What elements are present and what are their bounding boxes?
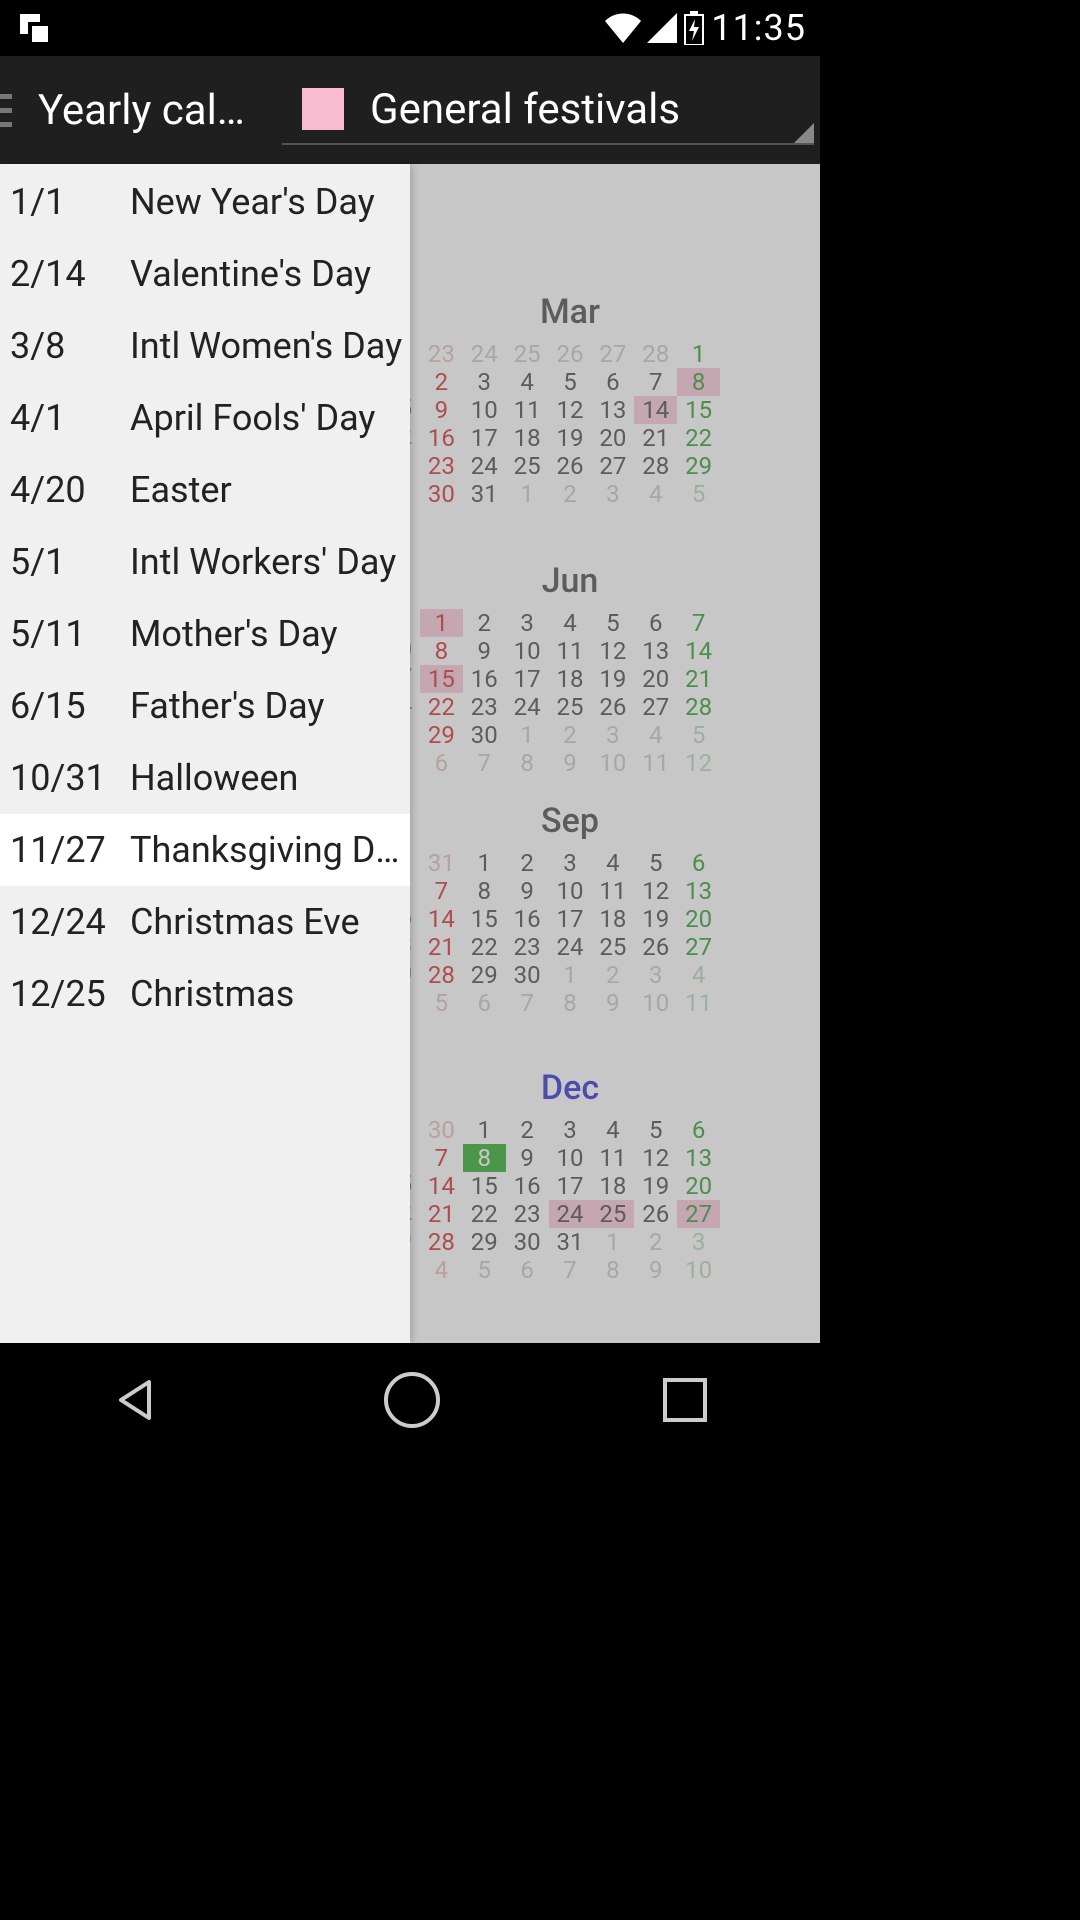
- festival-name: Intl Workers' Day: [130, 541, 410, 583]
- month-block: Dec3012345678910111213141516171819202122…: [420, 1068, 720, 1284]
- app-action-bar: Yearly cal… General festivals: [0, 56, 820, 164]
- month-block: Jun1234567891011121314151617181920212223…: [420, 561, 720, 777]
- festival-name: April Fools' Day: [130, 397, 410, 439]
- festival-name: Christmas: [130, 973, 410, 1015]
- system-navigation-bar: [0, 1343, 820, 1456]
- festival-date: 2/14: [10, 253, 130, 295]
- battery-charging-icon: [683, 11, 705, 45]
- page-title: Yearly cal…: [38, 86, 245, 135]
- category-spinner[interactable]: General festivals: [282, 75, 814, 145]
- festival-date: 5/11: [10, 613, 130, 655]
- festival-name: New Year's Day: [130, 181, 410, 223]
- nav-recent-icon[interactable]: [659, 1374, 711, 1426]
- month-title: Mar: [420, 292, 720, 332]
- festival-name: Valentine's Day: [130, 253, 410, 295]
- wifi-icon: [605, 13, 641, 43]
- festival-date: 11/27: [10, 829, 130, 871]
- festival-date: 3/8: [10, 325, 130, 367]
- cell-signal-icon: [647, 13, 677, 43]
- month-title: Dec: [420, 1068, 720, 1108]
- festival-date: 4/1: [10, 397, 130, 439]
- festival-name: Christmas Eve: [130, 901, 410, 943]
- festival-date: 1/1: [10, 181, 130, 223]
- app-indicator-icon: [14, 8, 54, 48]
- festival-name: Father's Day: [130, 685, 410, 727]
- drawer-toggle-icon[interactable]: [0, 56, 18, 164]
- festival-item[interactable]: 4/1April Fools' Day: [0, 382, 410, 454]
- month-title: Sep: [420, 801, 720, 841]
- festival-item[interactable]: 5/11Mother's Day: [0, 598, 410, 670]
- festival-name: Halloween: [130, 757, 410, 799]
- festival-item[interactable]: 2/14Valentine's Day: [0, 238, 410, 310]
- festival-side-panel: 1/1New Year's Day2/14Valentine's Day3/8I…: [0, 164, 410, 1343]
- festival-list: 1/1New Year's Day2/14Valentine's Day3/8I…: [0, 164, 410, 1030]
- festival-date: 10/31: [10, 757, 130, 799]
- festival-name: Mother's Day: [130, 613, 410, 655]
- festival-item[interactable]: 3/8Intl Women's Day: [0, 310, 410, 382]
- festival-item[interactable]: 5/1Intl Workers' Day: [0, 526, 410, 598]
- status-bar: 11:35: [0, 0, 820, 56]
- month-title: Jun: [420, 561, 720, 601]
- festival-date: 4/20: [10, 469, 130, 511]
- festival-item[interactable]: 4/20Easter: [0, 454, 410, 526]
- nav-back-icon[interactable]: [109, 1372, 165, 1428]
- festival-date: 12/25: [10, 973, 130, 1015]
- category-spinner-label: General festivals: [370, 85, 680, 134]
- month-block: Sep3112345678910111213141516171819202122…: [420, 801, 720, 1017]
- nav-home-icon[interactable]: [382, 1370, 442, 1430]
- month-block: Mar2324252627281234567891011121314151617…: [420, 292, 720, 508]
- festival-name: Thanksgiving Day: [130, 829, 410, 871]
- main-content: 2627282930311234567891011121314151617181…: [0, 164, 820, 1343]
- festival-item[interactable]: 11/27Thanksgiving Day: [0, 814, 410, 886]
- festival-name: Easter: [130, 469, 410, 511]
- festival-date: 12/24: [10, 901, 130, 943]
- festival-item[interactable]: 1/1New Year's Day: [0, 166, 410, 238]
- festival-date: 6/15: [10, 685, 130, 727]
- festival-item[interactable]: 12/25Christmas: [0, 958, 410, 1030]
- festival-item[interactable]: 10/31Halloween: [0, 742, 410, 814]
- status-clock: 11:35: [711, 7, 806, 49]
- festival-item[interactable]: 12/24Christmas Eve: [0, 886, 410, 958]
- festival-name: Intl Women's Day: [130, 325, 410, 367]
- festival-date: 5/1: [10, 541, 130, 583]
- category-color-swatch: [302, 88, 344, 130]
- festival-item[interactable]: 6/15Father's Day: [0, 670, 410, 742]
